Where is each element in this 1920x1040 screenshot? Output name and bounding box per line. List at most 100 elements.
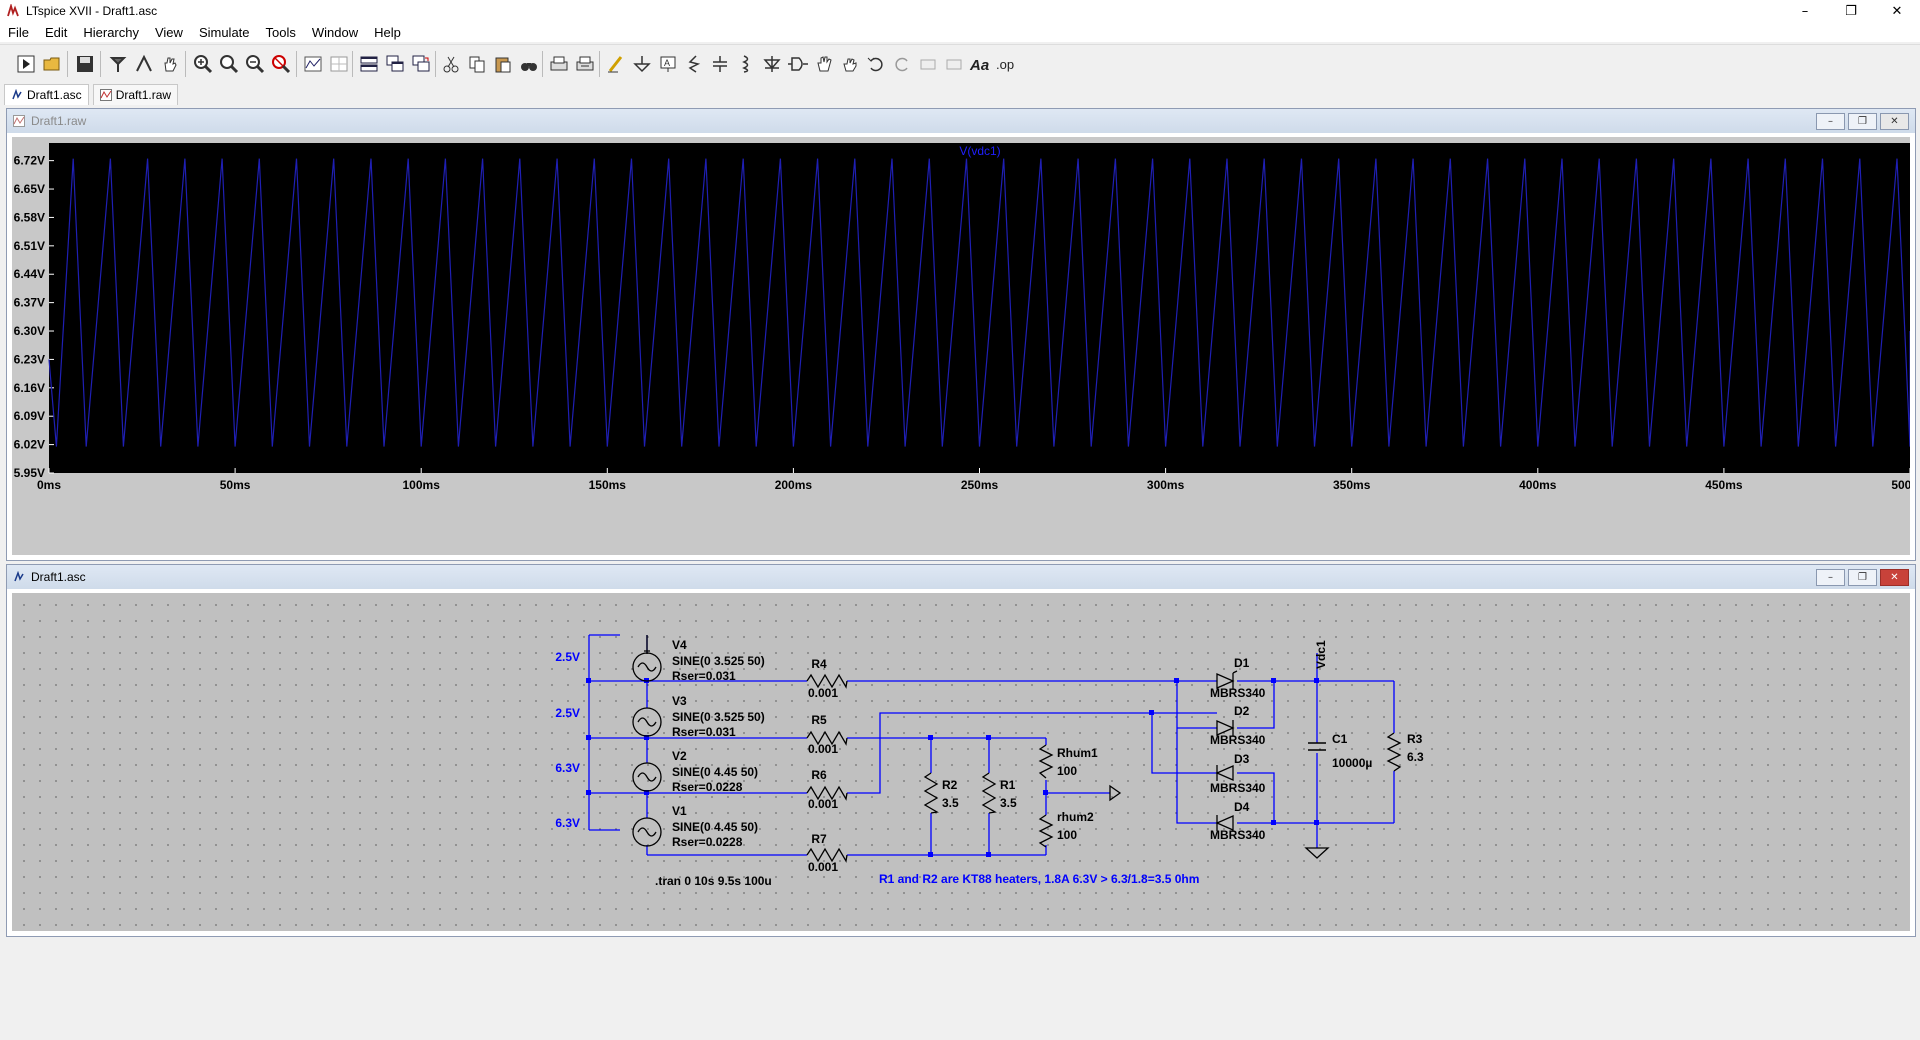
schematic-comment[interactable]: R1 and R2 are KT88 heaters, 1.8A 6.3V > … [879,872,1199,886]
zoom-in-icon[interactable] [190,51,216,77]
resistor-r7-name[interactable]: R7 [811,832,827,846]
resistor-r6-name[interactable]: R6 [811,768,827,782]
waveform-close-button[interactable]: ✕ [1880,113,1909,130]
diode-d1-model[interactable]: MBRS340 [1210,686,1266,700]
menu-tools[interactable]: Tools [258,25,304,40]
resistor-r4-name[interactable]: R4 [811,657,827,671]
autorange-icon[interactable] [300,51,326,77]
schematic-minimize-button[interactable]: – [1816,569,1845,586]
text-icon[interactable]: Aa [967,51,993,77]
source-v2-rser[interactable]: Rser=0.0228 [672,780,743,794]
paste-icon[interactable] [490,51,516,77]
print-icon[interactable] [546,51,572,77]
resistor-rhum1-name[interactable]: Rhum1 [1057,746,1098,760]
source-v4-value[interactable]: SINE(0 3.525 50) [672,654,765,668]
menu-help[interactable]: Help [366,25,409,40]
resistor-rhum1-value[interactable]: 100 [1057,764,1077,778]
capacitor-tool-icon[interactable] [707,51,733,77]
capacitor-c1-name[interactable]: C1 [1332,732,1348,746]
move-hand-icon[interactable] [811,51,837,77]
mirror-icon[interactable] [941,51,967,77]
resistor-r4-value[interactable]: 0.001 [808,686,838,700]
redo-icon[interactable] [889,51,915,77]
menu-simulate[interactable]: Simulate [191,25,258,40]
cut-icon[interactable] [438,51,464,77]
spice-directive-icon[interactable]: .op [993,51,1019,77]
resistor-r2-value[interactable]: 3.5 [942,796,959,810]
zoom-fit-icon[interactable] [268,51,294,77]
diode-d2-model[interactable]: MBRS340 [1210,733,1266,747]
waveform-window-titlebar[interactable]: Draft1.raw – ❐ ✕ [7,109,1915,133]
control-panel-icon[interactable] [105,51,131,77]
pan-hand-icon[interactable] [157,51,183,77]
resistor-rhum2-value[interactable]: 100 [1057,828,1077,842]
waveform-plot[interactable]: V(vdc1) 6.72V6.65V6.58V6.51V6.44V6.37V6.… [12,137,1920,555]
draw-wire-icon[interactable] [603,51,629,77]
diode-d3-model[interactable]: MBRS340 [1210,781,1266,795]
resistor-r1-name[interactable]: R1 [1000,778,1016,792]
ground-icon[interactable] [629,51,655,77]
minimize-button[interactable]: – [1782,0,1828,22]
schematic-window-titlebar[interactable]: Draft1.asc – ❐ ✕ [7,565,1915,589]
find-icon[interactable] [516,51,542,77]
diode-tool-icon[interactable] [759,51,785,77]
tab-draft1-raw[interactable]: Draft1.raw [92,84,179,105]
waveform-minimize-button[interactable]: – [1816,113,1845,130]
tile-vertical-icon[interactable] [408,51,434,77]
resistor-r5-value[interactable]: 0.001 [808,742,838,756]
resistor-tool-icon[interactable] [681,51,707,77]
diode-d1-name[interactable]: D1 [1234,656,1250,670]
resistor-r2-name[interactable]: R2 [942,778,958,792]
inductor-tool-icon[interactable] [733,51,759,77]
menu-hierarchy[interactable]: Hierarchy [75,25,147,40]
source-v1-value[interactable]: SINE(0 4.45 50) [672,820,758,834]
plot-pane[interactable]: V(vdc1) 6.72V 6.65V 6.58V 6.51V 6.44V 6.37V 6.… [12,137,1920,555]
menu-view[interactable]: View [147,25,191,40]
diode-d2-name[interactable]: D2 [1234,704,1250,718]
open-icon[interactable] [39,51,65,77]
component-tool-icon[interactable] [785,51,811,77]
capacitor-c1-value[interactable]: 10000µ [1332,756,1372,770]
tab-draft1-asc[interactable]: Draft1.asc [4,84,89,105]
spice-directive[interactable]: .tran 0 10s 9.5s 100u [655,874,772,888]
resistor-rhum2-name[interactable]: rhum2 [1057,810,1094,824]
resistor-r5-name[interactable]: R5 [811,713,827,727]
maximize-button[interactable]: ❐ [1828,0,1874,22]
copy-icon[interactable] [464,51,490,77]
tile-horizontal-icon[interactable] [356,51,382,77]
print-setup-icon[interactable] [572,51,598,77]
resistor-r7-value[interactable]: 0.001 [808,860,838,874]
zoom-out-icon[interactable] [242,51,268,77]
diode-d4-name[interactable]: D4 [1234,800,1250,814]
source-v1-rser[interactable]: Rser=0.0228 [672,835,743,849]
run-icon[interactable] [13,51,39,77]
menu-edit[interactable]: Edit [37,25,75,40]
source-v1-name[interactable]: V1 [672,804,687,818]
schematic-close-button[interactable]: ✕ [1880,569,1909,586]
source-v2-name[interactable]: V2 [672,749,687,763]
source-v2-value[interactable]: SINE(0 4.45 50) [672,765,758,779]
label-net-icon[interactable]: A [655,51,681,77]
resistor-r3-value[interactable]: 6.3 [1407,750,1424,764]
zoom-pan-icon[interactable] [216,51,242,77]
menu-file[interactable]: File [0,25,37,40]
undo-icon[interactable] [863,51,889,77]
waveform-restore-button[interactable]: ❐ [1848,113,1877,130]
resistor-r6-value[interactable]: 0.001 [808,797,838,811]
grid-icon[interactable] [326,51,352,77]
schematic-restore-button[interactable]: ❐ [1848,569,1877,586]
source-v3-name[interactable]: V3 [672,694,687,708]
source-v4-name[interactable]: V4 [672,638,687,652]
menu-window[interactable]: Window [304,25,366,40]
cascade-icon[interactable] [382,51,408,77]
drag-hand-icon[interactable] [837,51,863,77]
net-label-vdc1[interactable]: Vdc1 [1314,640,1328,669]
diode-d4-model[interactable]: MBRS340 [1210,828,1266,842]
schematic-drawing[interactable]: 2.5V 2.5V 6.3V 6.3V V4 SINE(0 3.525 50) … [12,593,1910,931]
resistor-r1-value[interactable]: 3.5 [1000,796,1017,810]
resistor-r3-name[interactable]: R3 [1407,732,1423,746]
halt-icon[interactable] [131,51,157,77]
schematic-canvas[interactable]: 2.5V 2.5V 6.3V 6.3V V4 SINE(0 3.525 50) … [12,593,1910,931]
trace-label-vdc1[interactable]: V(vdc1) [959,144,1000,158]
source-v3-rser[interactable]: Rser=0.031 [672,725,736,739]
